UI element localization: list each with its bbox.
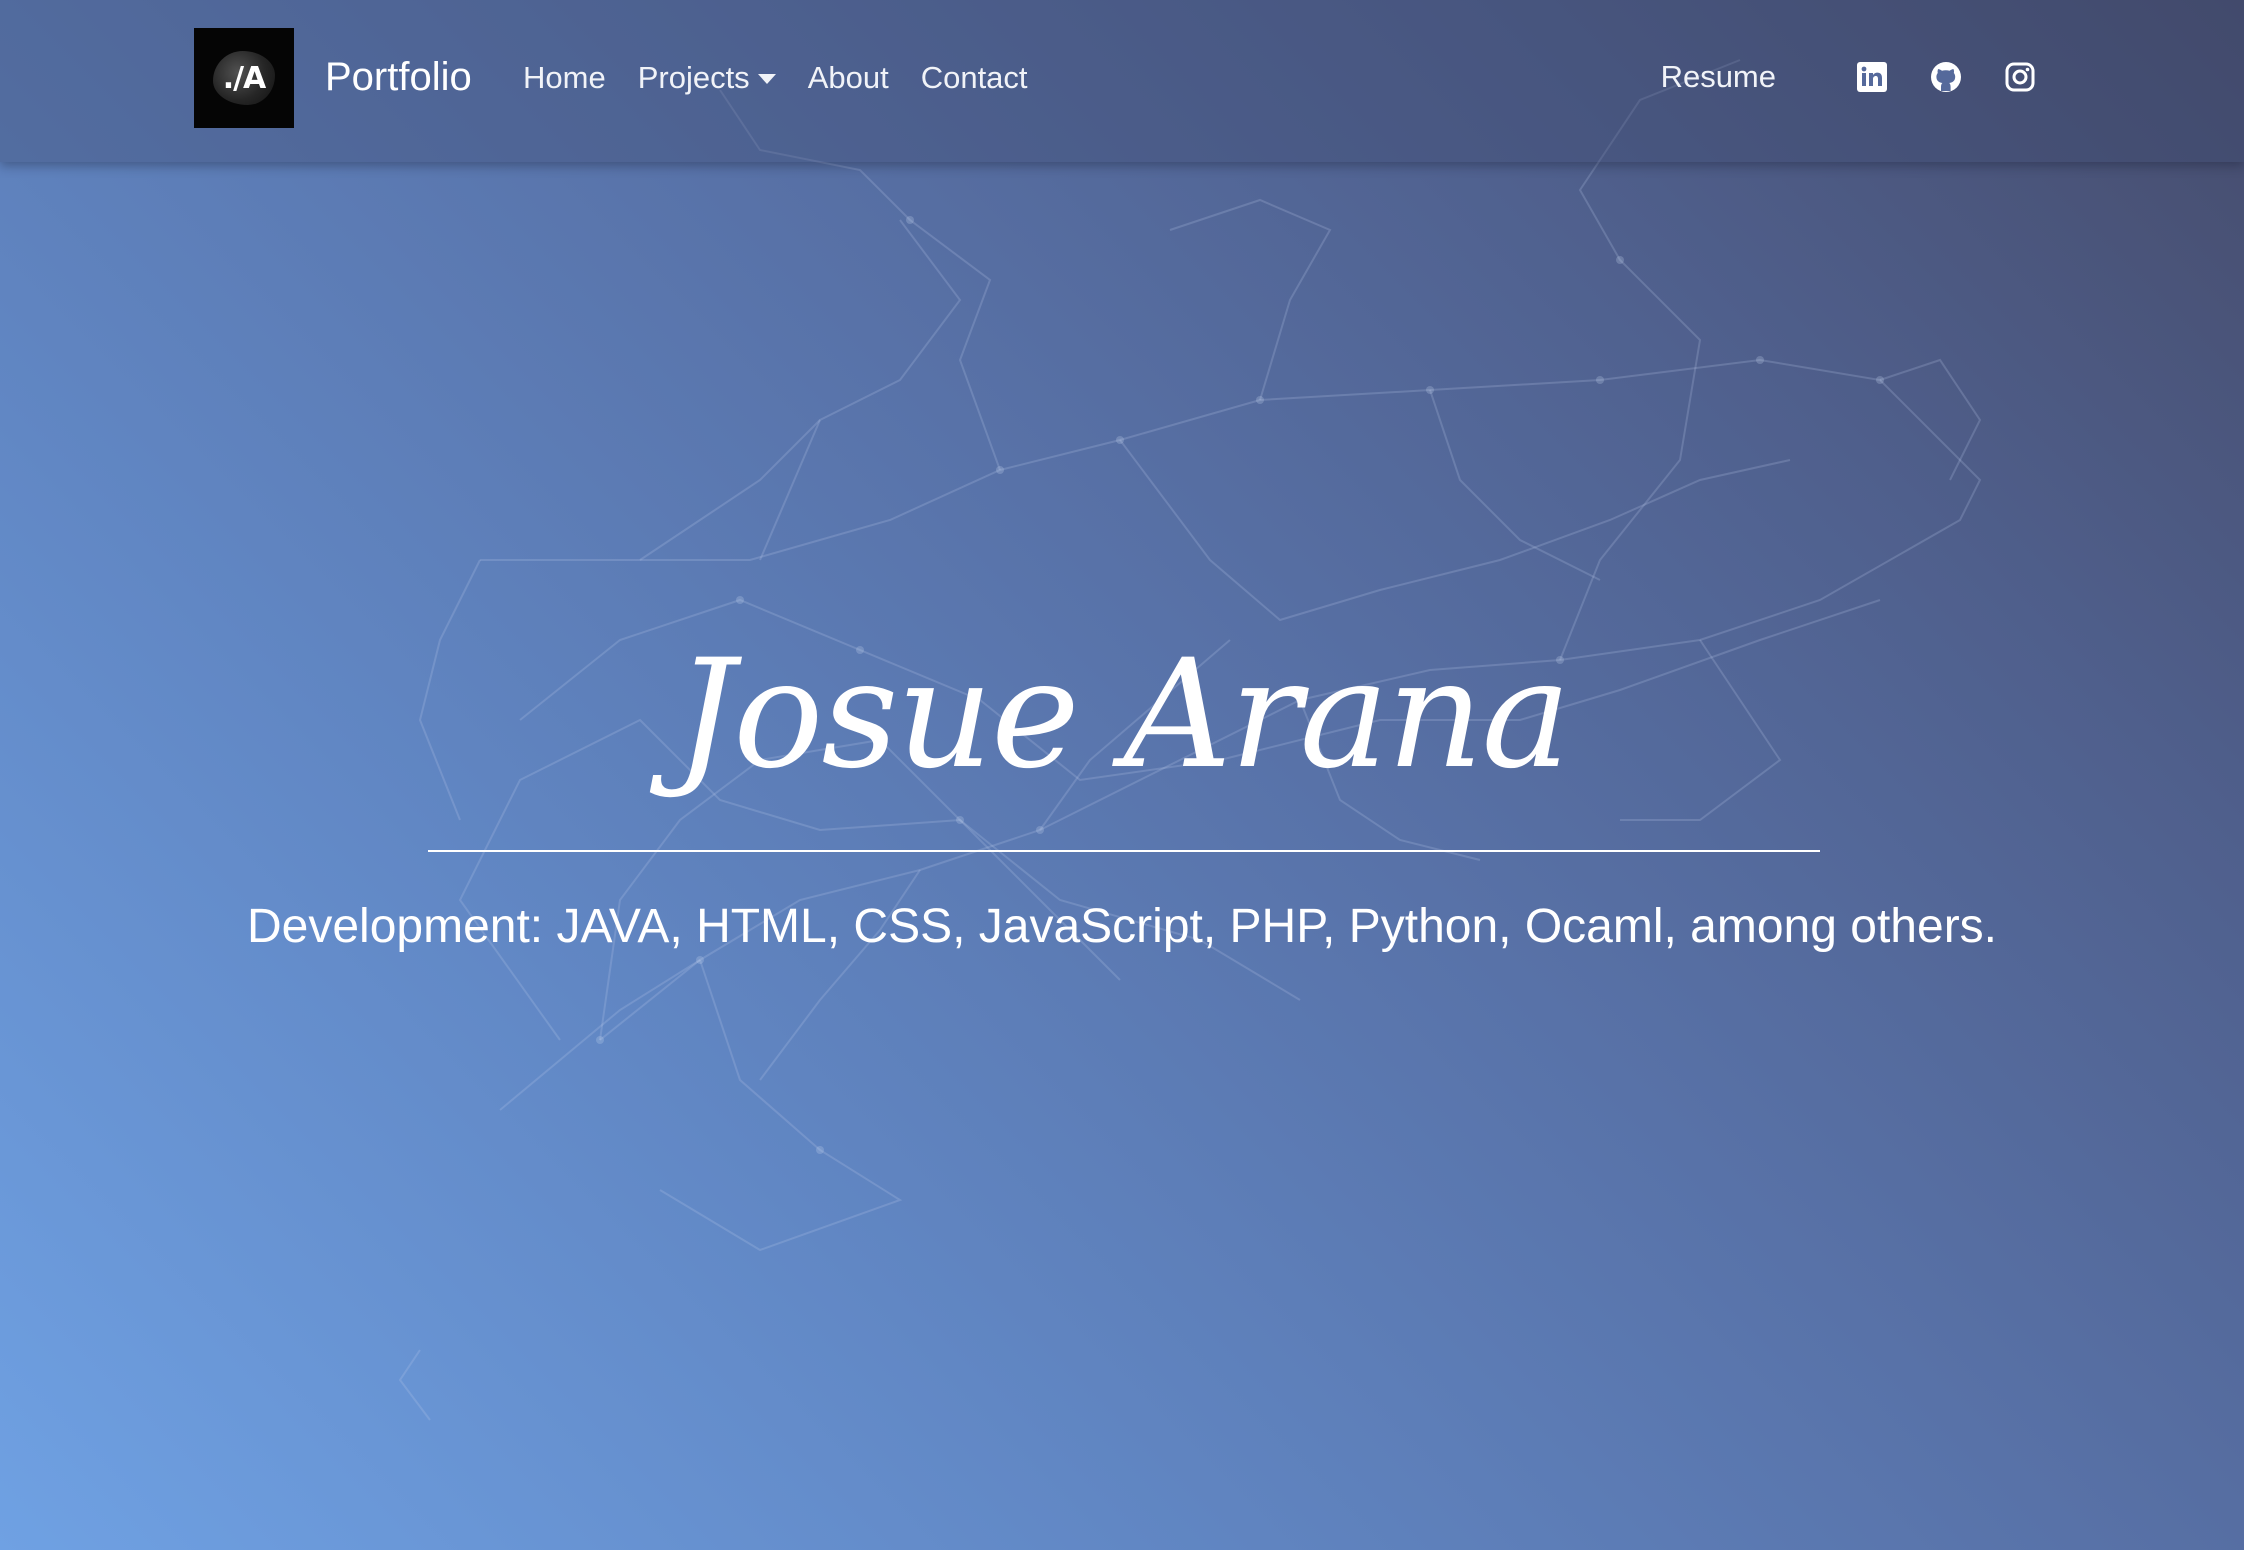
- hero-name-heading: Josue Arana: [675, 628, 1571, 802]
- logo-text: ./A: [222, 60, 267, 96]
- nav-link-projects-label: Projects: [637, 60, 750, 95]
- brand-logo[interactable]: ./A: [194, 28, 294, 128]
- linkedin-icon[interactable]: [1856, 61, 1888, 93]
- nav-link-about[interactable]: About: [808, 60, 889, 96]
- caret-down-icon: [757, 74, 776, 84]
- brand-name[interactable]: Portfolio: [325, 50, 472, 104]
- hero-divider: [428, 850, 1820, 852]
- hero-subtitle: Development: JAVA, HTML, CSS, JavaScript…: [246, 900, 1998, 953]
- nav-links: Home Projects About Contact: [523, 56, 1060, 100]
- nav-link-projects-dropdown[interactable]: Projects: [638, 60, 776, 96]
- nav-link-contact[interactable]: Contact: [921, 60, 1028, 96]
- github-icon[interactable]: [1930, 61, 1962, 93]
- nav-right: Resume: [1661, 52, 2036, 102]
- instagram-icon[interactable]: [2004, 61, 2036, 93]
- resume-link[interactable]: Resume: [1661, 59, 1776, 95]
- navbar: ./A Portfolio Home Projects About Contac…: [0, 0, 2244, 162]
- nav-link-home[interactable]: Home: [523, 60, 606, 96]
